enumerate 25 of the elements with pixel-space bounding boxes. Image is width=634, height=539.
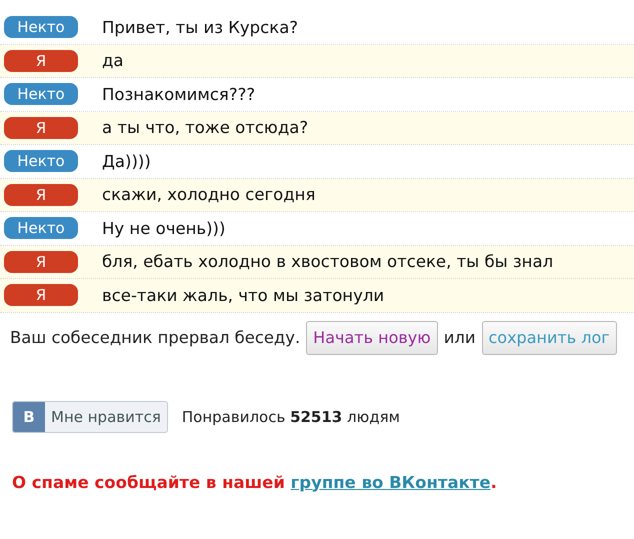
sender-badge: Я: [4, 116, 78, 139]
spam-notice: О спаме сообщайте в нашей группе во ВКонтакте.: [12, 472, 498, 492]
sender-badge: Некто: [4, 16, 78, 38]
sender-badge: Некто: [4, 83, 78, 106]
like-count-text: Понравилось 52513 людям: [182, 408, 400, 426]
message-text: Познакомимся???: [102, 84, 256, 104]
like-button[interactable]: В Мне нравится: [12, 400, 168, 432]
message-text: Да)))): [102, 152, 151, 171]
sender-badge: Некто: [4, 150, 78, 172]
message-text: все-таки жаль, что мы затонули: [102, 286, 384, 305]
sender-badge: Я: [4, 184, 78, 206]
message-text: Ну не очень))): [102, 218, 226, 238]
message-text: скажи, холодно сегодня: [102, 185, 316, 204]
message-text: а ты что, тоже отсюда?: [102, 118, 308, 138]
message-text: Привет, ты из Курска?: [102, 18, 298, 37]
message-text: да: [102, 51, 124, 70]
sender-badge: Я: [4, 250, 78, 273]
status-text: Ваш собеседник прервал беседу.: [10, 328, 300, 347]
message-text: бля, ебать холодно в хвостовом отсеке, ты бы знал: [102, 252, 554, 272]
vk-group-link[interactable]: группе во ВКонтакте: [290, 472, 491, 492]
sender-badge: Я: [4, 284, 78, 306]
sender-badge: Я: [4, 50, 78, 72]
new-chat-button[interactable]: Начать новую: [306, 320, 438, 354]
or-text: или: [444, 328, 476, 347]
sender-badge: Некто: [4, 217, 78, 240]
